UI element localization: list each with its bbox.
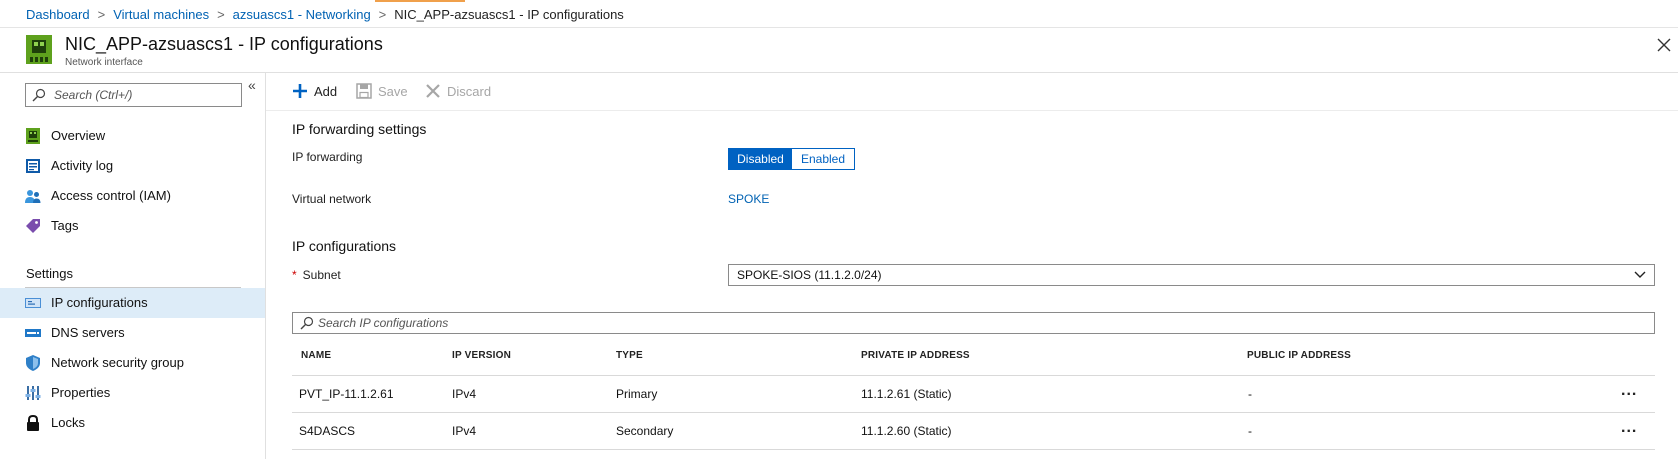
sidebar-item-label: Access control (IAM) bbox=[51, 188, 171, 203]
table-row-rule bbox=[292, 449, 1655, 450]
cell-public-ip: - bbox=[1248, 387, 1252, 401]
sidebar-item-properties[interactable]: Properties bbox=[0, 378, 265, 408]
page-title: NIC_APP-azsuascs1 - IP configurations bbox=[65, 34, 383, 54]
sidebar-item-label: Properties bbox=[51, 385, 111, 400]
sidebar-item-network-security-group[interactable]: Network security group bbox=[0, 348, 265, 378]
cell-ip-version: IPv4 bbox=[452, 424, 477, 438]
virtual-network-link[interactable]: SPOKE bbox=[728, 192, 769, 206]
close-icon[interactable] bbox=[1655, 36, 1673, 54]
page-subtitle: Network interface bbox=[65, 57, 143, 68]
chevron-down-icon bbox=[1634, 271, 1646, 278]
collapse-sidebar-button[interactable]: « bbox=[248, 77, 256, 93]
breadcrumb-dashboard[interactable]: Dashboard bbox=[26, 7, 90, 22]
save-icon bbox=[356, 83, 372, 99]
subnet-dropdown[interactable]: SPOKE-SIOS (11.1.2.0/24) bbox=[728, 264, 1655, 286]
add-button[interactable]: Add bbox=[292, 82, 350, 102]
cell-name: PVT_IP-11.1.2.61 bbox=[299, 387, 394, 401]
subnet-label: * Subnet bbox=[292, 268, 341, 282]
breadcrumb: Dashboard > Virtual machines > azsuascs1 - N… bbox=[0, 0, 1678, 28]
breadcrumb-virtual-machines[interactable]: Virtual machines bbox=[113, 7, 209, 22]
sidebar-item-label: Network security group bbox=[51, 355, 184, 370]
subnet-label-text: Subnet bbox=[302, 268, 341, 282]
breadcrumb-separator: > bbox=[378, 7, 387, 22]
discard-button-label: Discard bbox=[447, 84, 492, 99]
sidebar-item-label: Activity log bbox=[51, 158, 114, 173]
column-header-type: TYPE bbox=[616, 350, 643, 361]
breadcrumb-separator: > bbox=[217, 7, 225, 22]
dns-icon bbox=[25, 329, 41, 337]
breadcrumb-separator: > bbox=[97, 7, 106, 22]
cell-private-ip: 11.1.2.60 (Static) bbox=[861, 424, 952, 438]
cell-type: Primary bbox=[616, 387, 658, 401]
add-icon bbox=[293, 84, 307, 98]
more-options-icon[interactable]: ... bbox=[1621, 382, 1637, 400]
cell-private-ip: 11.1.2.61 (Static) bbox=[861, 387, 952, 401]
cell-type: Secondary bbox=[616, 424, 674, 438]
more-options-icon[interactable]: ... bbox=[1621, 419, 1637, 437]
top-accent-bar bbox=[375, 0, 465, 2]
ip-forwarding-toggle[interactable]: Disabled Enabled bbox=[728, 148, 855, 170]
sidebar-item-overview[interactable]: Overview bbox=[0, 121, 265, 151]
sidebar-item-ip-configurations[interactable]: IP configurations bbox=[0, 288, 265, 318]
column-header-public-ip: PUBLIC IP ADDRESS bbox=[1247, 350, 1351, 361]
breadcrumb-current: NIC_APP-azsuascs1 - IP configurations bbox=[394, 7, 624, 22]
sidebar-item-locks[interactable]: Locks bbox=[0, 408, 265, 438]
subnet-selected-value: SPOKE-SIOS (11.1.2.0/24) bbox=[737, 268, 882, 282]
add-button-label: Add bbox=[314, 84, 338, 99]
sidebar: « Overview Activity log Access control (… bbox=[0, 73, 266, 459]
sidebar-item-activity-log[interactable]: Activity log bbox=[0, 151, 265, 181]
ip-config-search-input[interactable] bbox=[318, 314, 1618, 332]
table-row[interactable]: PVT_IP-11.1.2.61 IPv4 Primary 11.1.2.61 … bbox=[292, 376, 1655, 412]
toggle-option-disabled[interactable]: Disabled bbox=[729, 149, 792, 169]
column-header-ip-version: IP VERSION bbox=[452, 350, 512, 361]
search-icon bbox=[32, 88, 46, 102]
sidebar-item-label: IP configurations bbox=[51, 295, 148, 310]
save-button[interactable]: Save bbox=[356, 82, 412, 102]
sidebar-item-label: Tags bbox=[51, 218, 79, 233]
sidebar-search[interactable] bbox=[25, 83, 242, 107]
tag-icon bbox=[26, 219, 40, 233]
cell-name: S4DASCS bbox=[299, 424, 356, 438]
virtual-network-label: Virtual network bbox=[292, 192, 372, 206]
discard-button[interactable]: Discard bbox=[425, 82, 495, 102]
breadcrumb-networking[interactable]: azsuascs1 - Networking bbox=[233, 7, 371, 22]
ip-config-search[interactable] bbox=[292, 312, 1655, 334]
column-header-private-ip: PRIVATE IP ADDRESS bbox=[861, 350, 970, 361]
ip-configurations-icon bbox=[25, 298, 41, 308]
blade-header: NIC_APP-azsuascs1 - IP configurations Ne… bbox=[0, 28, 1678, 73]
column-header-name: NAME bbox=[301, 350, 332, 361]
sidebar-item-tags[interactable]: Tags bbox=[0, 211, 265, 241]
lock-icon bbox=[27, 415, 39, 431]
network-interface-icon bbox=[26, 35, 52, 64]
sidebar-item-access-control[interactable]: Access control (IAM) bbox=[0, 181, 265, 211]
required-marker: * bbox=[292, 268, 297, 282]
sidebar-item-label: Overview bbox=[51, 128, 106, 143]
shield-icon bbox=[26, 355, 40, 371]
ip-forwarding-heading: IP forwarding settings bbox=[292, 121, 427, 137]
search-icon bbox=[300, 316, 314, 330]
settings-section-heading: Settings bbox=[26, 266, 73, 281]
sidebar-search-input[interactable] bbox=[54, 86, 234, 104]
sidebar-item-label: Locks bbox=[51, 415, 85, 430]
ip-forwarding-label: IP forwarding bbox=[292, 150, 363, 164]
table-row[interactable]: S4DASCS IPv4 Secondary 11.1.2.60 (Static… bbox=[292, 413, 1655, 449]
properties-icon bbox=[25, 386, 41, 400]
iam-icon bbox=[25, 190, 41, 203]
sidebar-item-dns-servers[interactable]: DNS servers bbox=[0, 318, 265, 348]
discard-icon bbox=[426, 84, 440, 98]
toolbar-divider bbox=[266, 110, 1678, 111]
cell-public-ip: - bbox=[1248, 424, 1252, 438]
overview-icon bbox=[26, 128, 40, 144]
cell-ip-version: IPv4 bbox=[452, 387, 477, 401]
sidebar-item-label: DNS servers bbox=[51, 325, 125, 340]
save-button-label: Save bbox=[378, 84, 408, 99]
ip-configurations-heading: IP configurations bbox=[292, 238, 397, 254]
toggle-option-enabled[interactable]: Enabled bbox=[792, 149, 854, 169]
activity-log-icon bbox=[26, 159, 40, 173]
